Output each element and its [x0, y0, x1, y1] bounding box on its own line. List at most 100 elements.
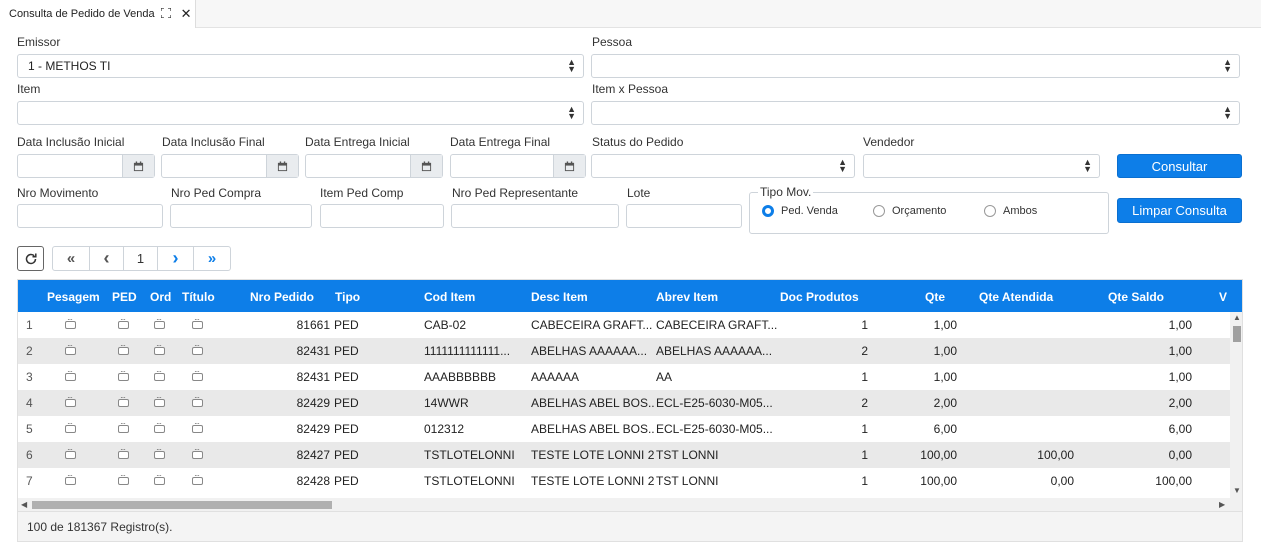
consultar-button[interactable]: Consultar: [1117, 154, 1242, 178]
col-cod-item[interactable]: Cod Item: [424, 280, 504, 312]
radio-ambos[interactable]: Ambos: [984, 205, 1037, 217]
calendar-icon[interactable]: [122, 155, 154, 177]
calendar-icon[interactable]: [266, 155, 298, 177]
table-row[interactable]: 1 81661 PED CAB-02 CABECEIRA GRAFT... CA…: [18, 312, 1230, 338]
vertical-scrollbar[interactable]: ▲ ▼: [1230, 312, 1242, 498]
ped-icon[interactable]: [118, 445, 129, 459]
cell-abrev-item: ECL-E25-6030-M05...: [656, 422, 773, 436]
col-v[interactable]: V: [1219, 280, 1231, 312]
nro-movimento-input[interactable]: [17, 204, 163, 228]
ped-icon[interactable]: [118, 341, 129, 355]
ped-icon[interactable]: [118, 367, 129, 381]
radio-ped-venda[interactable]: Ped. Venda: [762, 205, 838, 217]
data-entrega-final-input[interactable]: [450, 154, 586, 178]
horizontal-scroll-thumb[interactable]: [32, 501, 332, 509]
col-ord[interactable]: Ord: [150, 280, 180, 312]
radio-unselected-icon[interactable]: [984, 205, 996, 217]
last-page-button[interactable]: »: [193, 246, 231, 271]
pesagem-icon[interactable]: [65, 341, 76, 355]
titulo-icon[interactable]: [192, 315, 203, 329]
titulo-icon[interactable]: [192, 367, 203, 381]
ped-icon[interactable]: [118, 471, 129, 485]
lote-input[interactable]: [626, 204, 742, 228]
pesagem-icon[interactable]: [65, 367, 76, 381]
pesagem-icon[interactable]: [65, 393, 76, 407]
status-select[interactable]: ▲ ▼: [591, 154, 855, 178]
radio-unselected-icon[interactable]: [873, 205, 885, 217]
col-desc-item[interactable]: Desc Item: [531, 280, 611, 312]
scroll-down-icon[interactable]: ▼: [1233, 486, 1241, 495]
ord-icon[interactable]: [154, 419, 165, 433]
col-qte-saldo[interactable]: Qte Saldo: [1108, 280, 1178, 312]
col-ped[interactable]: PED: [112, 280, 142, 312]
cell-qte-saldo: 100,00: [1155, 474, 1192, 488]
table-row[interactable]: 3 82431 PED AAABBBBBB AAAAAA AA 1 1,00 1…: [18, 364, 1230, 390]
titulo-icon[interactable]: [192, 471, 203, 485]
col-nro-pedido[interactable]: Nro Pedido: [250, 280, 322, 312]
calendar-icon[interactable]: [410, 155, 442, 177]
table-row[interactable]: 2 82431 PED 1111111111111... ABELHAS AAA…: [18, 338, 1230, 364]
col-titulo[interactable]: Título: [182, 280, 227, 312]
col-pesagem[interactable]: Pesagem: [47, 280, 107, 312]
cell-qte: 2,00: [933, 396, 957, 410]
table-row[interactable]: 5 82429 PED 012312 ABELHAS ABEL BOS... E…: [18, 416, 1230, 442]
ord-icon[interactable]: [154, 367, 165, 381]
col-doc-produtos[interactable]: Doc Produtos: [780, 280, 870, 312]
cell-qte: 6,00: [933, 422, 957, 436]
col-qte[interactable]: Qte: [898, 280, 945, 312]
limpar-consulta-button[interactable]: Limpar Consulta: [1117, 198, 1242, 223]
next-page-button[interactable]: ›: [157, 246, 194, 271]
titulo-icon[interactable]: [192, 445, 203, 459]
data-inclusao-final-input[interactable]: [161, 154, 299, 178]
ord-icon[interactable]: [154, 315, 165, 329]
close-icon[interactable]: ✕: [181, 6, 192, 22]
ped-icon[interactable]: [118, 393, 129, 407]
vertical-scroll-thumb[interactable]: [1233, 326, 1241, 342]
col-tipo[interactable]: Tipo: [335, 280, 375, 312]
radio-selected-icon[interactable]: [762, 205, 774, 217]
ped-icon[interactable]: [118, 419, 129, 433]
pesagem-icon[interactable]: [65, 471, 76, 485]
col-abrev-item[interactable]: Abrev Item: [656, 280, 736, 312]
pesagem-icon[interactable]: [65, 419, 76, 433]
titulo-icon[interactable]: [192, 393, 203, 407]
data-entrega-inicial-input[interactable]: [305, 154, 443, 178]
ord-icon[interactable]: [154, 471, 165, 485]
ord-icon[interactable]: [154, 393, 165, 407]
table-row[interactable]: 7 82428 PED TSTLOTELONNI TESTE LOTE LONN…: [18, 468, 1230, 494]
ped-icon[interactable]: [118, 315, 129, 329]
ord-icon[interactable]: [154, 445, 165, 459]
col-qte-atendida[interactable]: Qte Atendida: [979, 280, 1069, 312]
table-row[interactable]: 6 82427 PED TSTLOTELONNI TESTE LOTE LONN…: [18, 442, 1230, 468]
pessoa-label: Pessoa: [592, 35, 633, 49]
emissor-select[interactable]: 1 - METHOS TI ▲ ▼: [17, 54, 584, 78]
pesagem-icon[interactable]: [65, 445, 76, 459]
table-row[interactable]: 4 82429 PED 14WWR ABELHAS ABEL BOS... EC…: [18, 390, 1230, 416]
expand-icon[interactable]: [159, 6, 172, 21]
data-inclusao-inicial-input[interactable]: [17, 154, 155, 178]
horizontal-scrollbar[interactable]: ◀ ▶: [18, 498, 1242, 511]
first-page-button[interactable]: «: [52, 246, 90, 271]
tab-consulta-pedido[interactable]: Consulta de Pedido de Venda ✕: [0, 0, 196, 28]
pesagem-icon[interactable]: [65, 315, 76, 329]
vendedor-select[interactable]: ▲ ▼: [863, 154, 1100, 178]
titulo-icon[interactable]: [192, 419, 203, 433]
nro-ped-compra-input[interactable]: [170, 204, 312, 228]
scroll-right-icon[interactable]: ▶: [1219, 500, 1225, 509]
scroll-left-icon[interactable]: ◀: [21, 500, 27, 509]
radio-orcamento[interactable]: Orçamento: [873, 205, 946, 217]
item-pessoa-select[interactable]: ▲ ▼: [591, 101, 1240, 125]
refresh-button[interactable]: [17, 246, 44, 271]
nro-ped-representante-input[interactable]: [451, 204, 619, 228]
ord-icon[interactable]: [154, 341, 165, 355]
current-page[interactable]: 1: [123, 246, 158, 271]
item-select[interactable]: ▲ ▼: [17, 101, 584, 125]
pessoa-select[interactable]: ▲ ▼: [591, 54, 1240, 78]
cell-desc-item: CABECEIRA GRAFT...: [531, 318, 653, 332]
titulo-icon[interactable]: [192, 341, 203, 355]
prev-page-button[interactable]: ‹: [89, 246, 124, 271]
scroll-up-icon[interactable]: ▲: [1233, 313, 1241, 322]
item-ped-comp-input[interactable]: [320, 204, 444, 228]
calendar-icon[interactable]: [553, 155, 585, 177]
row-index: 4: [26, 396, 33, 410]
